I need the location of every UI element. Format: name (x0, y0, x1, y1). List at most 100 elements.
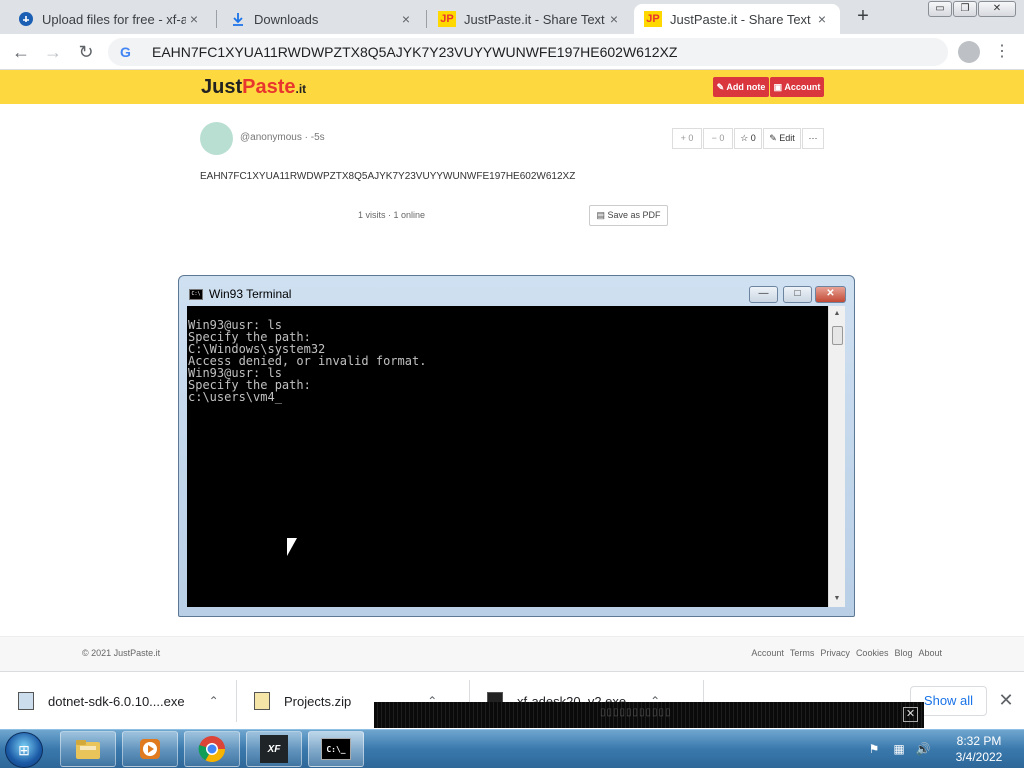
close-window-button[interactable]: ✕ (978, 1, 1016, 17)
justpaste-icon: JP (438, 11, 456, 27)
cloud-upload-icon (18, 11, 34, 27)
taskbar-app-terminal[interactable]: C:\_ (308, 731, 364, 767)
edit-label: Edit (779, 133, 795, 143)
account-button[interactable]: ▣ Account (770, 77, 824, 97)
overlay-bar: ▯▯▯▯▯▯▯▯▯▯▯ ✕ (374, 702, 924, 728)
address-bar[interactable]: G EAHN7FC1XYUA11RWDWPZTX8Q5AJYK7Y23VUYYW… (108, 38, 948, 66)
edit-icon: ✎ (769, 133, 780, 143)
browser-toolbar: ← → ↻ G EAHN7FC1XYUA11RWDWPZTX8Q5AJYK7Y2… (0, 34, 1024, 70)
back-button[interactable]: ← (8, 40, 34, 64)
pdf-icon: ▤ (596, 210, 608, 220)
terminal-close-button[interactable]: ✕ (815, 286, 846, 303)
maximize-window-button[interactable]: ❐ (953, 1, 977, 17)
account-label: Account (784, 82, 821, 92)
tab-separator (216, 10, 217, 28)
avatar (200, 122, 233, 155)
folder-icon (74, 735, 102, 763)
vote-up-button[interactable]: + 0 (672, 128, 702, 149)
footer-link-account[interactable]: Account (751, 648, 784, 658)
taskbar-app-media-player[interactable] (122, 731, 178, 767)
footer-link-about[interactable]: About (918, 648, 942, 658)
browser-menu-icon[interactable]: ⋮ (994, 40, 1010, 64)
overlay-close-icon[interactable]: ✕ (903, 707, 918, 722)
scroll-down-icon[interactable]: ▼ (829, 591, 845, 607)
tab-title: Downloads (254, 11, 319, 27)
save-as-pdf-button[interactable]: ▤ Save as PDF (589, 205, 668, 226)
chrome-icon (198, 735, 226, 763)
save-pdf-label: Save as PDF (607, 210, 661, 220)
tab-downloads[interactable]: Downloads × (220, 4, 424, 34)
close-downloads-icon[interactable]: ✕ (996, 688, 1016, 712)
visit-count: 1 visits · 1 online (358, 210, 426, 220)
tab-justpaste-1[interactable]: JP JustPaste.it - Share Text & I × (428, 4, 632, 34)
tab-title: JustPaste.it - Share Text & I (670, 11, 814, 27)
forward-button[interactable]: → (40, 40, 66, 64)
download-icon (230, 11, 246, 27)
browser-tab-strip: Upload files for free - xf-ad × Download… (0, 0, 1024, 34)
edit-button[interactable]: ✎ Edit (763, 128, 801, 149)
terminal-window[interactable]: C:\ Win93 Terminal — □ ✕ Win93@usr: ls S… (178, 275, 855, 617)
star-button[interactable]: ☆ 0 (734, 128, 762, 149)
media-player-icon (136, 735, 164, 763)
logo-just: Just (201, 76, 243, 98)
system-clock[interactable]: 8:32 PM 3/4/2022 (944, 733, 1014, 765)
reload-button[interactable]: ↻ (73, 40, 99, 64)
vote-down-button[interactable]: − 0 (703, 128, 733, 149)
footer-link-cookies[interactable]: Cookies (856, 648, 889, 658)
add-note-button[interactable]: ✎ Add note (713, 77, 769, 97)
logo-paste: Paste (242, 76, 296, 98)
taskbar-app-chrome[interactable] (184, 731, 240, 767)
more-options-button[interactable]: ··· (802, 128, 824, 149)
scroll-up-icon[interactable]: ▲ (829, 306, 845, 322)
tab-title: Upload files for free - xf-ad (42, 11, 186, 27)
terminal-scrollbar[interactable]: ▲ ▼ (828, 306, 845, 607)
site-header: JustPaste.it ✎ Add note ▣ Account (0, 70, 1024, 104)
tab-close-icon[interactable]: × (398, 11, 414, 27)
site-logo[interactable]: JustPaste.it (201, 76, 306, 99)
terminal-maximize-button[interactable]: □ (783, 286, 812, 303)
paste-content: EAHN7FC1XYUA11RWDWPZTX8Q5AJYK7Y23VUYYWUN… (200, 171, 576, 182)
terminal-minimize-button[interactable]: — (749, 286, 778, 303)
logo-it: .it (295, 82, 307, 96)
network-warning-icon[interactable]: ⚑ (866, 741, 882, 757)
cmd-icon: C:\_ (321, 738, 351, 760)
paste-meta: @anonymous · -5s (240, 132, 325, 143)
terminal-title: Win93 Terminal (209, 287, 292, 301)
profile-avatar-icon[interactable] (958, 41, 980, 63)
terminal-output[interactable]: Win93@usr: ls Specify the path: C:\Windo… (187, 306, 828, 607)
tab-close-icon[interactable]: × (606, 11, 622, 27)
download-item[interactable]: dotnet-sdk-6.0.10....exe ⌃ (0, 672, 236, 730)
minimize-window-button[interactable]: ▭ (928, 1, 952, 17)
tab-separator (426, 10, 427, 28)
footer-link-blog[interactable]: Blog (894, 648, 912, 658)
taskbar-app-explorer[interactable] (60, 731, 116, 767)
tab-justpaste-2[interactable]: JP JustPaste.it - Share Text & I × (634, 4, 840, 34)
edit-icon: ✎ (716, 82, 727, 92)
footer-link-terms[interactable]: Terms (790, 648, 815, 658)
tab-close-icon[interactable]: × (814, 11, 830, 27)
tab-close-icon[interactable]: × (186, 11, 202, 27)
start-button[interactable]: ⊞ (5, 732, 43, 768)
author-name[interactable]: @anonymous (240, 132, 302, 143)
tab-upload-files[interactable]: Upload files for free - xf-ad × (8, 4, 212, 34)
user-icon: ▣ (773, 82, 785, 92)
scroll-thumb[interactable] (832, 326, 843, 345)
footer-copyright: © 2021 JustPaste.it (82, 648, 161, 658)
mouse-pointer-icon (287, 538, 297, 556)
add-note-label: Add note (726, 82, 766, 92)
chevron-up-icon[interactable]: ⌃ (209, 694, 219, 708)
zip-file-icon (254, 692, 270, 710)
terminal-icon: C:\ (189, 289, 203, 300)
volume-icon[interactable]: 🔊 (915, 741, 931, 757)
taskbar-app-xf[interactable]: XF (246, 731, 302, 767)
network-icon[interactable]: ▦ (891, 741, 907, 757)
address-text: EAHN7FC1XYUA11RWDWPZTX8Q5AJYK7Y23VUYYWUN… (152, 44, 678, 60)
footer-link-privacy[interactable]: Privacy (820, 648, 850, 658)
site-footer: © 2021 JustPaste.it Account Terms Privac… (0, 636, 1024, 671)
windows-taskbar: ⊞ XF C:\_ ⚑ ▦ 🔊 8:32 PM 3/4/2022 (0, 729, 1024, 768)
paste-time: -5s (310, 132, 325, 143)
download-filename: Projects.zip (284, 693, 352, 709)
meta-separator: · (301, 132, 311, 143)
xf-icon: XF (260, 735, 288, 763)
new-tab-button[interactable]: + (852, 6, 874, 28)
